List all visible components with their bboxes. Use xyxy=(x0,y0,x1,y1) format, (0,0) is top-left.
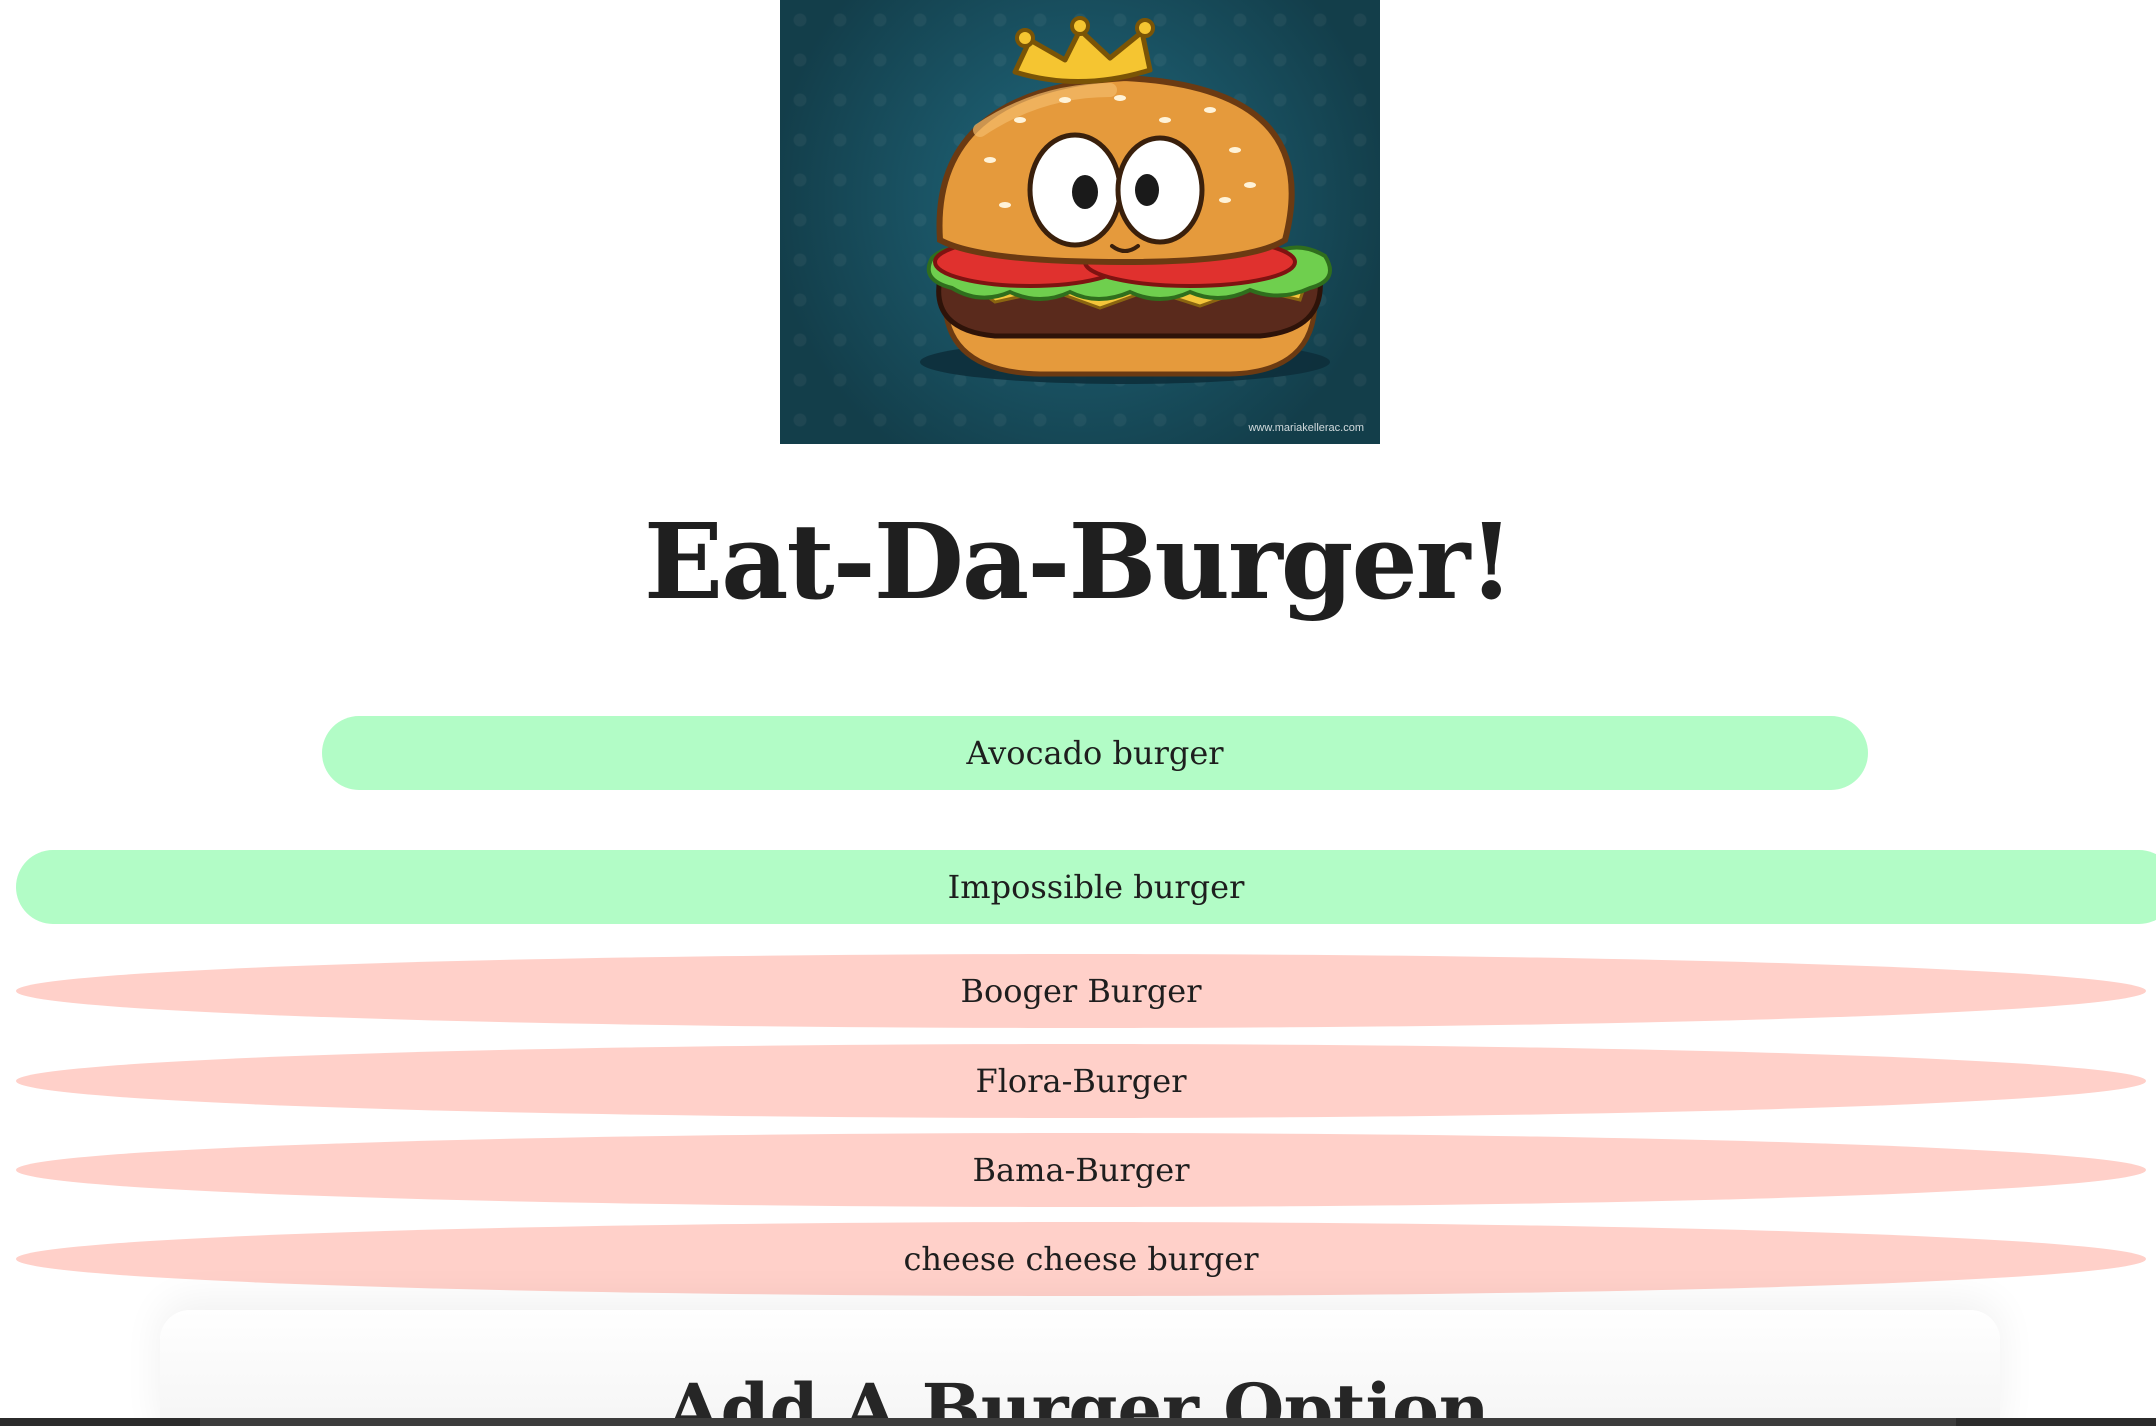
page-title: Eat-Da-Burger! xyxy=(643,500,1514,623)
burger-button-cheese-cheese[interactable]: cheese cheese burger xyxy=(16,1222,2146,1296)
burger-button-bama[interactable]: Bama-Burger xyxy=(16,1133,2146,1207)
bottom-bar-inner xyxy=(200,1418,1956,1426)
burger-mascot-illustration xyxy=(920,16,1332,384)
burger-button-flora[interactable]: Flora-Burger xyxy=(16,1044,2146,1118)
image-credit: www.mariakellerac.com xyxy=(1248,422,1364,434)
bottom-bar xyxy=(0,1418,2156,1426)
burger-button-avocado[interactable]: Avocado burger xyxy=(322,716,1868,790)
burger-mascot-image: www.mariakellerac.com xyxy=(780,0,1380,444)
page: www.mariakellerac.com Eat-Da-Burger! Avo… xyxy=(0,0,2156,1426)
burger-button-impossible[interactable]: Impossible burger xyxy=(16,850,2156,924)
burger-button-booger[interactable]: Booger Burger xyxy=(16,954,2146,1028)
